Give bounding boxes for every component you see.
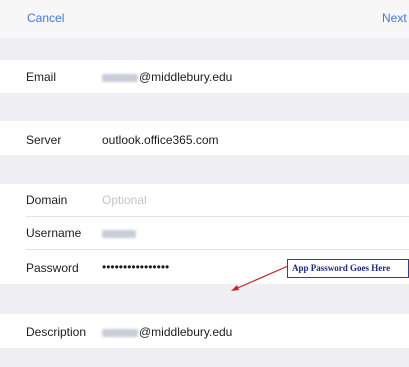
annotation-arrow bbox=[231, 265, 289, 291]
arrow-line bbox=[232, 265, 289, 291]
arrow-head-icon bbox=[231, 285, 239, 291]
